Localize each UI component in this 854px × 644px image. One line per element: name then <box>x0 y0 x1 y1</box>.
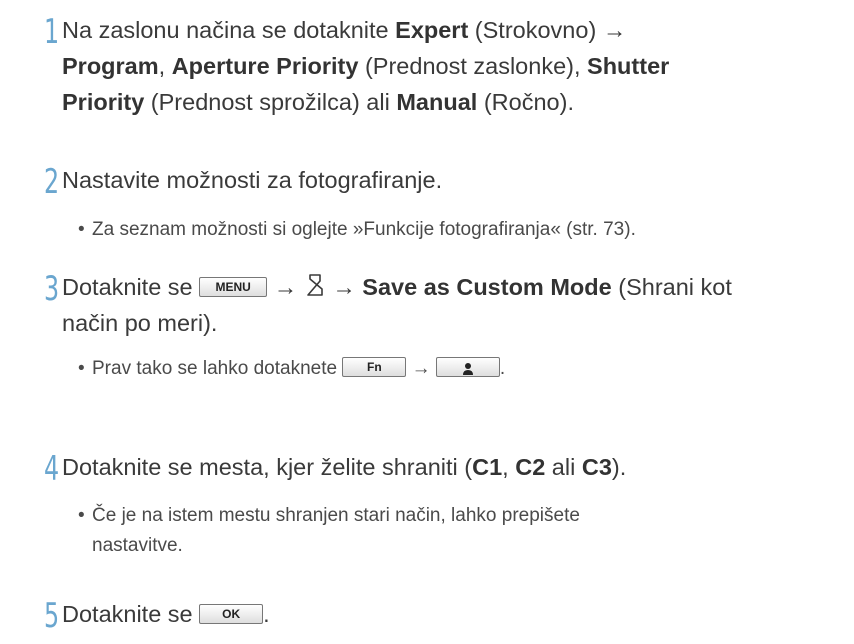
c2-label: C2 <box>515 454 546 480</box>
bullet-dot: • <box>78 358 85 379</box>
fn-button[interactable]: Fn <box>342 356 407 377</box>
custom-mode-icon[interactable] <box>304 272 326 300</box>
text-segment: Dotaknite se <box>62 601 200 627</box>
save-as-custom-mode-label: Save as Custom Mode <box>362 274 612 300</box>
text-segment: (Ročno). <box>477 89 574 115</box>
aperture-priority-label: Aperture Priority <box>171 53 359 79</box>
bullet-text: Prav tako se lahko dotaknete Fn → . <box>78 354 818 384</box>
step-number: 5 <box>44 596 60 636</box>
text-segment: (Shrani kot <box>611 274 732 300</box>
person-icon <box>462 362 473 375</box>
step-number: 3 <box>44 269 60 309</box>
text-segment: Na zaslonu načina se dotaknite <box>62 17 396 43</box>
text-segment: → <box>325 274 363 300</box>
menu-button[interactable]: MENU <box>199 276 268 297</box>
text-segment: , <box>158 53 172 79</box>
text-segment: Če je na istem mestu shranjen stari nači… <box>92 505 580 526</box>
step-bullet: • Prav tako se lahko dotaknete Fn → . <box>78 354 818 384</box>
text-segment: Dotaknite se <box>62 274 200 300</box>
program-label: Program <box>62 53 159 79</box>
text-segment: . <box>499 358 506 379</box>
step-bullet: • Če je na istem mestu shranjen stari na… <box>78 501 818 561</box>
text-segment: ali <box>545 454 582 480</box>
c1-label: C1 <box>472 454 503 480</box>
priority-label: Priority <box>62 89 145 115</box>
ok-button[interactable]: OK <box>199 603 264 624</box>
text-segment: (Strokovno) → <box>468 17 627 43</box>
bullet-text: Če je na istem mestu shranjen stari nači… <box>78 501 818 561</box>
text-segment: ). <box>611 454 627 480</box>
text-segment: Prav tako se lahko dotaknete <box>92 358 343 379</box>
text-segment: → <box>267 274 304 300</box>
step-number: 1 <box>44 12 60 52</box>
text-segment: (Prednost zaslonke), <box>358 53 588 79</box>
text-segment: (Prednost sprožilca) ali <box>144 89 397 115</box>
expert-label: Expert <box>395 17 469 43</box>
manual-label: Manual <box>396 89 478 115</box>
text-segment: Dotaknite se mesta, kjer želite shraniti… <box>62 454 473 480</box>
person-button[interactable] <box>435 356 500 377</box>
step-text: Nastavite možnosti za fotografiranje. <box>62 167 443 193</box>
step-number: 4 <box>44 449 60 489</box>
bullet-text: Za seznam možnosti si oglejte »Funkcije … <box>92 219 636 240</box>
step-text: Na zaslonu načina se dotaknite Expert (S… <box>62 12 822 120</box>
bullet-dot: • <box>78 219 85 240</box>
step-text: Dotaknite se OK. <box>62 596 822 632</box>
text-segment: . <box>263 601 270 627</box>
text-segment: nastavitve. <box>92 535 183 556</box>
c3-label: C3 <box>581 454 612 480</box>
bullet-dot: • <box>78 505 85 526</box>
step-bullet: • Za seznam možnosti si oglejte »Funkcij… <box>78 215 818 245</box>
text-segment: → <box>406 358 436 379</box>
step-number: 2 <box>44 162 60 202</box>
step-text: Dotaknite se MENU → → Save as Custom Mod… <box>62 269 822 341</box>
shutter-label: Shutter <box>587 53 670 79</box>
text-segment: , <box>502 454 516 480</box>
step-text: Dotaknite se mesta, kjer želite shraniti… <box>62 449 822 485</box>
text-segment: način po meri). <box>62 310 218 336</box>
